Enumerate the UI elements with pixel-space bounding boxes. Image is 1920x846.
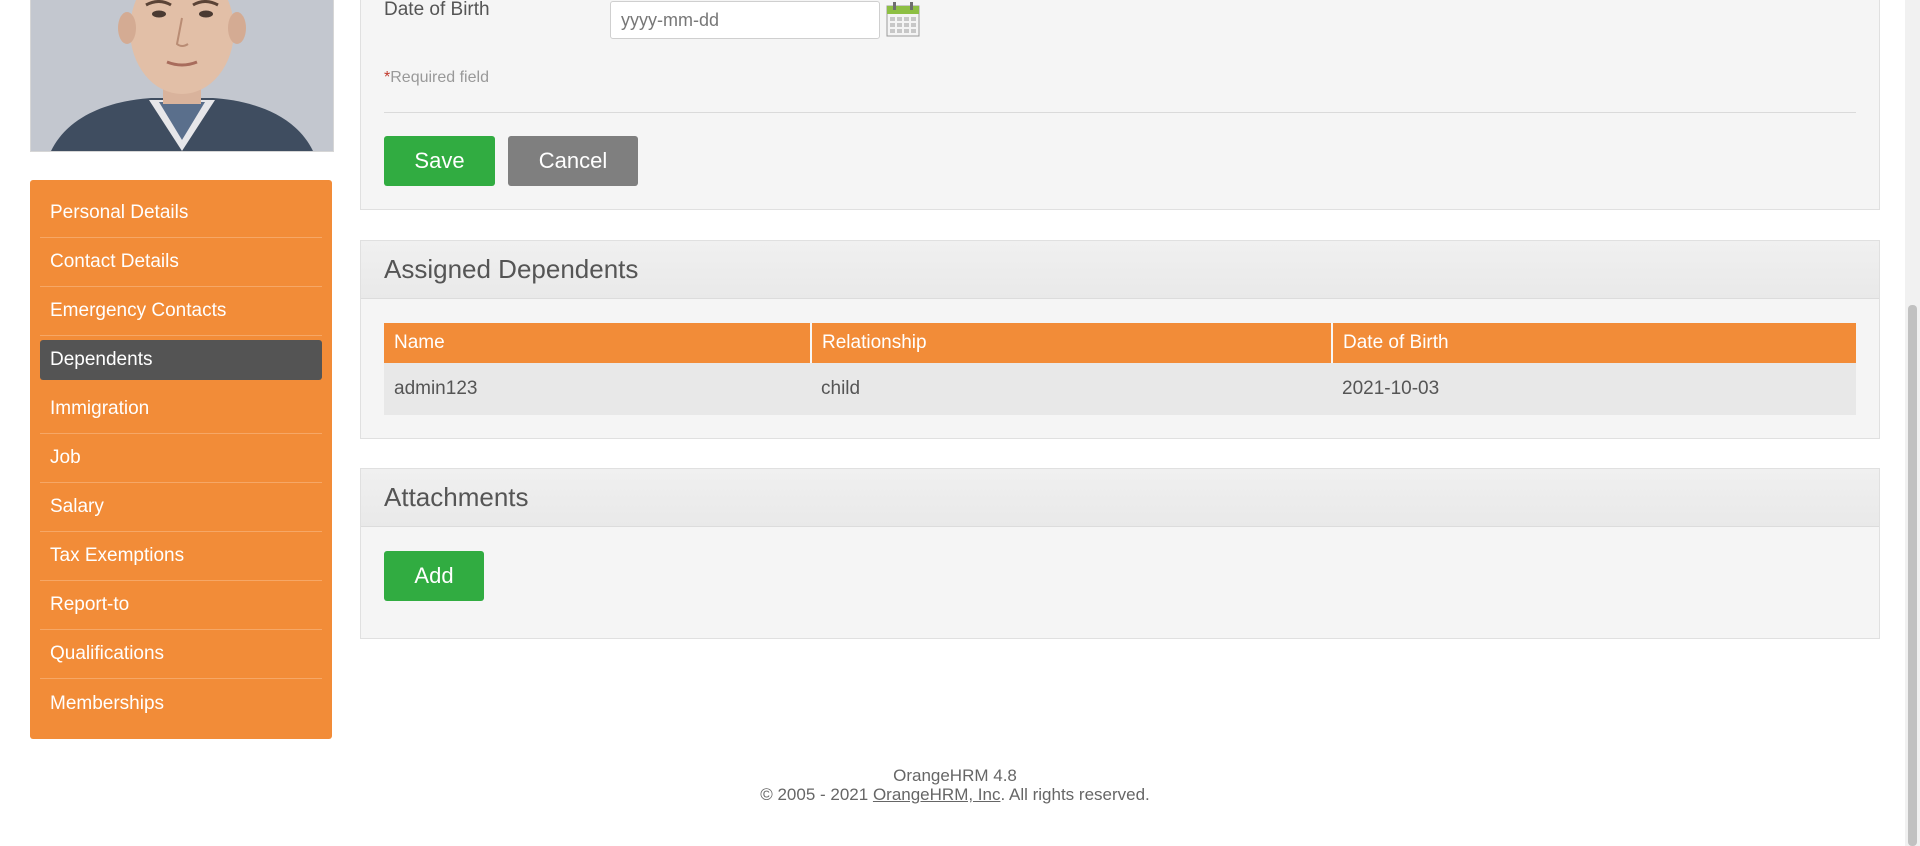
required-field-note: *Required field <box>384 69 489 87</box>
cancel-button[interactable]: Cancel <box>508 136 638 186</box>
add-attachment-button[interactable]: Add <box>384 551 484 601</box>
scrollbar-thumb[interactable] <box>1908 305 1917 846</box>
dependent-relationship-cell: child <box>811 363 1332 415</box>
sidebar-item-dependents[interactable]: Dependents <box>40 340 322 380</box>
sidebar-item-memberships[interactable]: Memberships <box>40 679 322 728</box>
table-row: admin123 child 2021-10-03 <box>384 363 1856 415</box>
sidebar-item-emergency-contacts[interactable]: Emergency Contacts <box>40 287 322 336</box>
calendar-icon[interactable] <box>886 1 920 37</box>
sidebar-item-contact-details[interactable]: Contact Details <box>40 238 322 287</box>
employee-side-menu: Personal Details Contact Details Emergen… <box>30 180 332 739</box>
dependent-name-cell[interactable]: admin123 <box>384 363 811 415</box>
dependents-table: Name Relationship Date of Birth admin123… <box>384 323 1856 415</box>
copyright-prefix: © 2005 - 2021 <box>760 785 873 804</box>
sidebar-item-salary[interactable]: Salary <box>40 483 322 532</box>
sidebar-item-immigration[interactable]: Immigration <box>40 385 322 434</box>
dependent-name-link[interactable]: admin123 <box>394 378 477 399</box>
sidebar-item-personal-details[interactable]: Personal Details <box>40 189 322 238</box>
employee-photo-image <box>31 0 333 151</box>
company-link[interactable]: OrangeHRM, Inc <box>873 785 1001 804</box>
dependent-dob-cell: 2021-10-03 <box>1332 363 1856 415</box>
copyright-suffix: . All rights reserved. <box>1000 785 1150 804</box>
table-header-row: Name Relationship Date of Birth <box>384 323 1856 363</box>
sidebar-item-tax-exemptions[interactable]: Tax Exemptions <box>40 532 322 581</box>
page-footer: OrangeHRM 4.8 © 2005 - 2021 OrangeHRM, I… <box>0 766 1910 804</box>
required-field-text: Required field <box>390 69 489 86</box>
attachments-panel: Attachments Add <box>360 468 1880 639</box>
vertical-scrollbar[interactable] <box>1905 0 1920 846</box>
save-button[interactable]: Save <box>384 136 495 186</box>
sidebar-item-job[interactable]: Job <box>40 434 322 483</box>
form-divider <box>384 112 1856 113</box>
column-header-name[interactable]: Name <box>384 323 812 363</box>
date-of-birth-label: Date of Birth <box>384 0 490 20</box>
column-header-relationship[interactable]: Relationship <box>811 323 1333 363</box>
footer-version: OrangeHRM 4.8 <box>893 766 1017 785</box>
attachments-title: Attachments <box>361 469 1879 527</box>
add-dependent-form: Date of Birth *Required field Save Cance… <box>360 0 1880 210</box>
assigned-dependents-title: Assigned Dependents <box>361 241 1879 299</box>
sidebar-item-report-to[interactable]: Report-to <box>40 581 322 630</box>
employee-photo[interactable] <box>30 0 334 152</box>
assigned-dependents-panel: Assigned Dependents Name Relationship Da… <box>360 240 1880 439</box>
sidebar-item-qualifications[interactable]: Qualifications <box>40 630 322 679</box>
footer-copyright: © 2005 - 2021 OrangeHRM, Inc. All rights… <box>0 785 1910 804</box>
column-header-date-of-birth[interactable]: Date of Birth <box>1332 323 1856 363</box>
date-of-birth-input[interactable] <box>610 1 880 39</box>
